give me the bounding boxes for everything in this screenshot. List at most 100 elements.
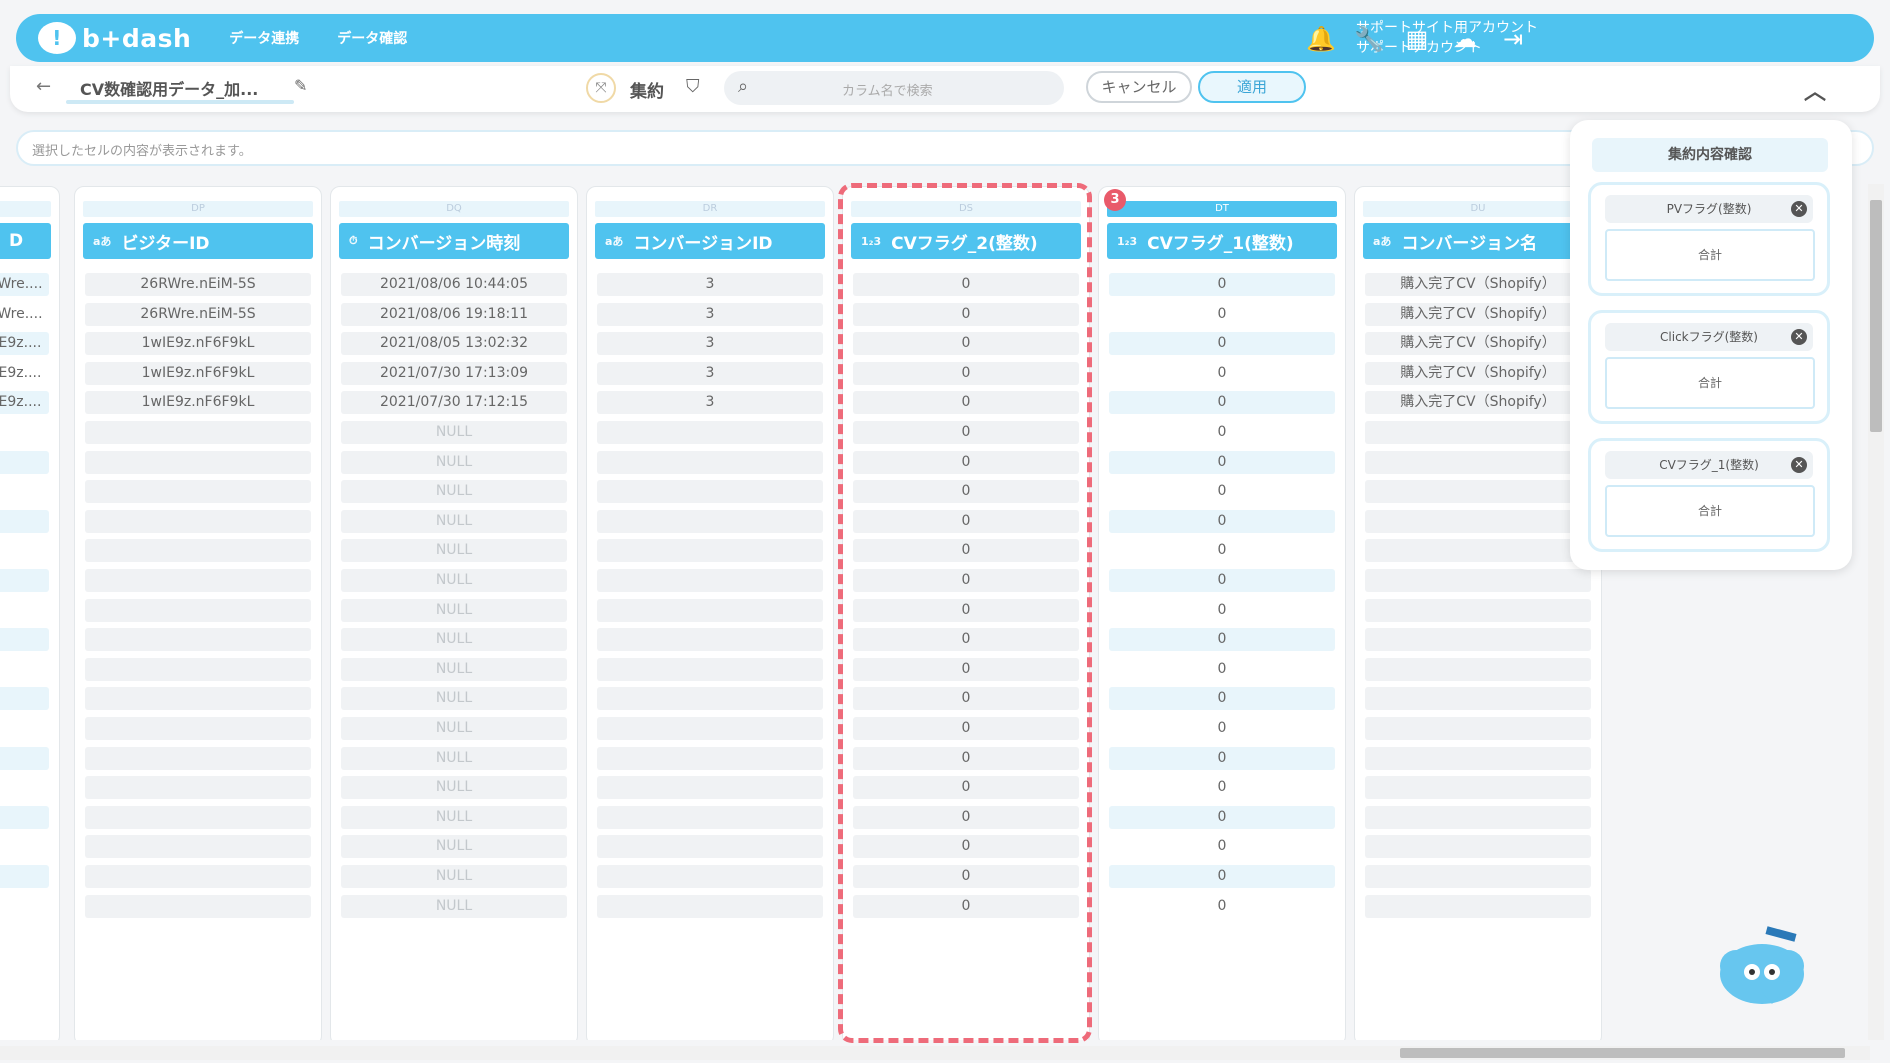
- table-cell[interactable]: [85, 776, 311, 800]
- cancel-button[interactable]: キャンセル: [1086, 71, 1192, 103]
- table-cell[interactable]: 0: [853, 480, 1079, 504]
- table-cell[interactable]: [0, 835, 49, 858]
- collapse-chevron-icon[interactable]: ︿: [1804, 74, 1826, 106]
- table-cell[interactable]: 0: [853, 450, 1079, 474]
- table-cell[interactable]: [85, 598, 311, 622]
- table-cell[interactable]: [597, 687, 823, 711]
- table-cell[interactable]: [597, 776, 823, 800]
- table-cell[interactable]: 0: [1109, 509, 1335, 533]
- table-cell[interactable]: 0: [853, 273, 1079, 296]
- table-cell[interactable]: [1365, 805, 1591, 829]
- table-cell[interactable]: [85, 746, 311, 770]
- table-cell[interactable]: NULL: [341, 539, 567, 563]
- table-cell[interactable]: 0: [853, 687, 1079, 711]
- table-cell[interactable]: [597, 628, 823, 652]
- table-cell[interactable]: [1365, 657, 1591, 681]
- table-cell[interactable]: [85, 717, 311, 740]
- table-cell[interactable]: [597, 480, 823, 504]
- table-cell[interactable]: [1365, 687, 1591, 711]
- table-cell[interactable]: 3: [597, 391, 823, 415]
- table-cell[interactable]: NULL: [341, 746, 567, 770]
- table-cell[interactable]: [1365, 628, 1591, 652]
- table-cell[interactable]: 0: [853, 776, 1079, 800]
- table-cell[interactable]: 購入完了CV（Shopify）: [1365, 361, 1591, 385]
- table-cell[interactable]: NULL: [341, 509, 567, 533]
- apply-button[interactable]: 適用: [1198, 71, 1306, 103]
- table-cell[interactable]: [597, 657, 823, 681]
- table-cell[interactable]: NULL: [341, 628, 567, 652]
- column-header[interactable]: 1₂3 CVフラグ_1(整数): [1107, 223, 1337, 259]
- table-cell[interactable]: [0, 895, 49, 918]
- table-cell[interactable]: 0: [1109, 599, 1335, 622]
- table-cell[interactable]: 0: [1109, 450, 1335, 474]
- nav-link-data-check[interactable]: データ確認: [337, 28, 407, 48]
- table-cell[interactable]: [0, 421, 49, 444]
- column-letter[interactable]: DT: [1107, 201, 1337, 217]
- table-cell[interactable]: [597, 598, 823, 622]
- vertical-scroll-thumb[interactable]: [1870, 200, 1882, 432]
- table-cell[interactable]: [85, 480, 311, 504]
- table-cell[interactable]: NULL: [341, 717, 567, 740]
- bdash-logo[interactable]: ! b+dash: [38, 22, 191, 54]
- table-cell[interactable]: [597, 450, 823, 474]
- bell-icon[interactable]: 🔔: [1306, 24, 1336, 54]
- table-cell[interactable]: [0, 569, 49, 592]
- table-cell[interactable]: NULL: [341, 421, 567, 444]
- table-cell[interactable]: [85, 835, 311, 859]
- table-cell[interactable]: 0: [853, 835, 1079, 859]
- table-cell[interactable]: 3: [597, 302, 823, 326]
- table-cell[interactable]: [1365, 421, 1591, 444]
- table-cell[interactable]: [597, 805, 823, 829]
- column-letter[interactable]: DS: [851, 201, 1081, 217]
- table-cell[interactable]: [1365, 598, 1591, 622]
- table-cell[interactable]: 0: [1109, 805, 1335, 829]
- table-cell[interactable]: NULL: [341, 450, 567, 474]
- table-cell[interactable]: [597, 835, 823, 859]
- table-cell[interactable]: NULL: [341, 835, 567, 859]
- remove-close-icon[interactable]: ✕: [1791, 201, 1807, 217]
- table-cell[interactable]: 0: [853, 894, 1079, 918]
- table-cell[interactable]: 0: [853, 865, 1079, 888]
- table-cell[interactable]: [0, 539, 49, 562]
- table-cell[interactable]: 0: [853, 539, 1079, 563]
- table-cell[interactable]: 0: [853, 717, 1079, 740]
- table-cell[interactable]: [597, 509, 823, 533]
- table-cell[interactable]: [85, 628, 311, 652]
- table-cell[interactable]: [597, 746, 823, 770]
- table-cell[interactable]: NULL: [341, 480, 567, 504]
- edit-pencil-icon[interactable]: ✎: [294, 76, 307, 95]
- column-header[interactable]: 1₂3 CVフラグ_2(整数): [851, 223, 1081, 259]
- table-cell[interactable]: [1365, 450, 1591, 474]
- table-cell[interactable]: 0: [1109, 303, 1335, 326]
- table-cell[interactable]: [597, 569, 823, 592]
- table-cell[interactable]: 0: [853, 598, 1079, 622]
- table-cell[interactable]: [1365, 569, 1591, 592]
- table-cell[interactable]: [597, 894, 823, 918]
- table-cell[interactable]: [1365, 865, 1591, 888]
- table-cell[interactable]: 1wIE9z.nF6F9kL: [85, 391, 311, 415]
- table-cell[interactable]: 0: [1109, 658, 1335, 681]
- table-cell[interactable]: [85, 865, 311, 888]
- column-letter[interactable]: DR: [595, 201, 825, 217]
- nav-link-data-integration[interactable]: データ連携: [229, 28, 299, 48]
- table-cell[interactable]: [0, 509, 49, 533]
- table-cell[interactable]: E9z....: [0, 391, 49, 415]
- column-header[interactable]: D: [0, 223, 51, 259]
- column-letter[interactable]: DQ: [339, 201, 569, 217]
- table-cell[interactable]: E9z....: [0, 332, 49, 356]
- column-header[interactable]: ⏱ コンバージョン時刻: [339, 223, 569, 259]
- table-cell[interactable]: 0: [1109, 895, 1335, 918]
- column-letter[interactable]: DP: [83, 201, 313, 217]
- table-cell[interactable]: 0: [853, 805, 1079, 829]
- apps-grid-icon[interactable]: ▦: [1402, 24, 1432, 54]
- table-cell[interactable]: [597, 865, 823, 888]
- table-cell[interactable]: 購入完了CV（Shopify）: [1365, 273, 1591, 296]
- table-cell[interactable]: 0: [1109, 391, 1335, 415]
- back-arrow-icon[interactable]: ←: [36, 76, 51, 97]
- table-cell[interactable]: 0: [1109, 717, 1335, 740]
- column-header[interactable]: aあ ビジターID: [83, 223, 313, 259]
- table-cell[interactable]: [85, 569, 311, 592]
- table-cell[interactable]: [85, 421, 311, 444]
- table-cell[interactable]: 0: [1109, 865, 1335, 888]
- table-cell[interactable]: 0: [1109, 480, 1335, 503]
